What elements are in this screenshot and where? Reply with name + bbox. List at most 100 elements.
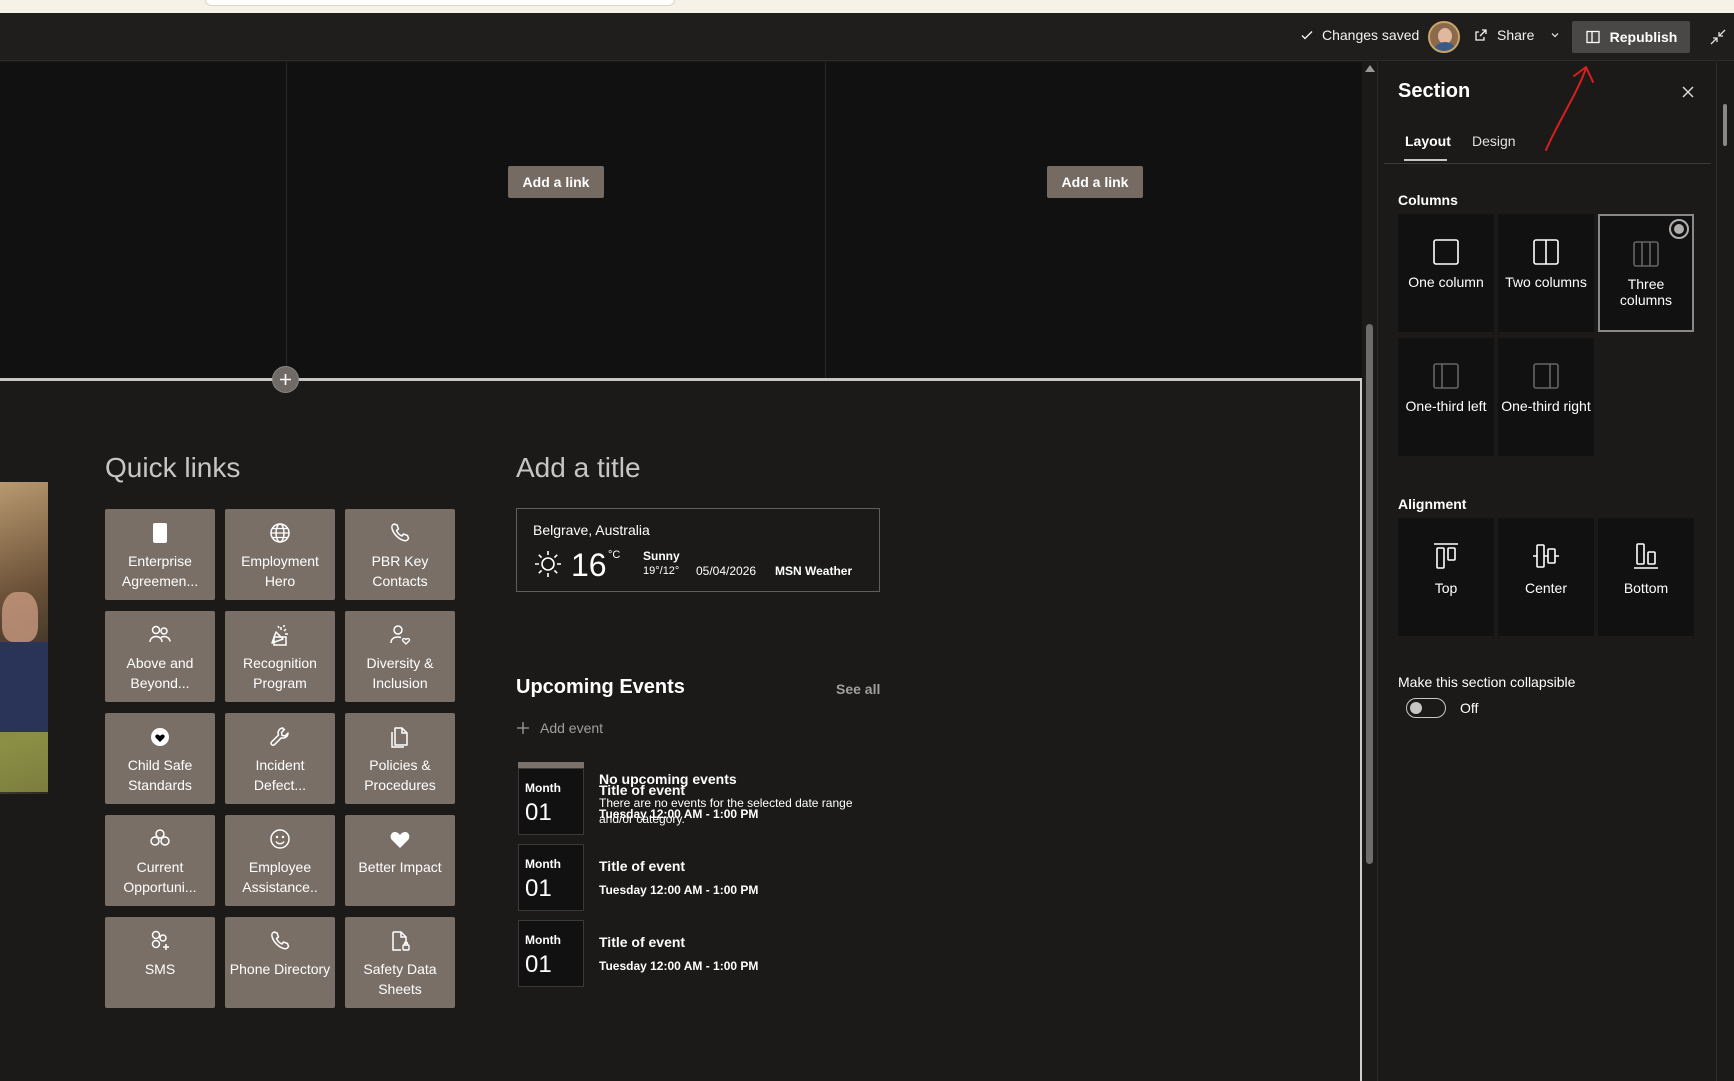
quick-link-label: Employment Hero (241, 553, 319, 589)
weather-temperature: 16 (571, 547, 607, 583)
option-three-columns[interactable]: Three columns (1598, 214, 1694, 332)
add-link-button[interactable]: Add a link (1047, 166, 1143, 198)
option-one-third-left[interactable]: One-third left (1398, 338, 1494, 456)
wrench-icon (270, 727, 289, 746)
event-item[interactable]: Month 01 Title of event Tuesday 12:00 AM - … (518, 768, 918, 835)
event-item[interactable]: Month 01 Title of event Tuesday 12:00 AM - … (518, 920, 918, 987)
collapsible-state: Off (1460, 700, 1479, 716)
quick-link-tile[interactable]: Safety Data Sheets (345, 917, 455, 1008)
selected-radio-icon (1669, 219, 1689, 239)
document-icon (153, 523, 167, 543)
red-annotation-arrow (1545, 66, 1594, 151)
quick-link-label: Enterprise Agreemen... (121, 553, 199, 589)
events-title: Upcoming Events (516, 676, 685, 698)
quick-link-tile[interactable]: Employee Assistance.. (225, 815, 335, 906)
one-third-right-icon (1533, 363, 1559, 389)
alignment-top[interactable]: Top (1398, 518, 1494, 636)
option-label: One column (1408, 274, 1484, 290)
quick-link-label: Above and Beyond... (126, 655, 194, 691)
globe-icon (270, 523, 290, 543)
weather-card[interactable]: Belgrave, Australia 16 °C Sunny 19°/12° … (516, 508, 880, 592)
badge-heart-icon (151, 728, 169, 746)
option-one-third-right[interactable]: One-third right (1498, 338, 1594, 456)
share-label: Share (1497, 27, 1535, 43)
quick-links-title: Quick links (105, 452, 241, 483)
user-avatar[interactable] (1428, 21, 1460, 53)
event-day: 01 (525, 951, 552, 978)
republish-button[interactable]: Republish (1572, 21, 1690, 53)
event-month: Month (525, 781, 561, 795)
add-event-button[interactable]: Add event (516, 720, 603, 736)
event-month: Month (525, 857, 561, 871)
quick-link-label: Child Safe Standards (127, 757, 193, 793)
option-label: Three columns (1619, 276, 1673, 308)
weather-location: Belgrave, Australia (533, 522, 650, 538)
align-bottom-icon (1634, 543, 1658, 569)
close-icon[interactable] (1681, 85, 1695, 99)
section-properties-panel: Section Layout Design Columns One column… (1377, 62, 1716, 1081)
quick-link-label: Safety Data Sheets (363, 961, 437, 997)
quick-link-label: Incident Defect... (253, 757, 307, 793)
tab-design[interactable]: Design (1472, 133, 1516, 149)
columns-label: Columns (1398, 192, 1458, 208)
option-two-columns[interactable]: Two columns (1498, 214, 1594, 332)
quick-links-grid: Enterprise Agreemen... Employment Hero PBR… (105, 509, 455, 1008)
three-columns-icon (1633, 241, 1659, 267)
quick-link-tile[interactable]: PBR Key Contacts (345, 509, 455, 600)
quick-link-tile[interactable]: Child Safe Standards (105, 713, 215, 804)
scrollbar-thumb[interactable] (1366, 324, 1373, 864)
event-title: Title of event (599, 858, 686, 874)
person-heart-icon (390, 625, 411, 645)
hero-image (0, 482, 48, 794)
address-bar[interactable] (205, 0, 675, 6)
weather-unit: °C (608, 549, 621, 561)
quick-link-tile[interactable]: Enterprise Agreemen... (105, 509, 215, 600)
tab-layout[interactable]: Layout (1405, 133, 1451, 149)
smiley-icon (270, 829, 290, 849)
share-button[interactable]: Share (1473, 27, 1560, 43)
event-day: 01 (525, 875, 552, 902)
collapse-icon[interactable] (1709, 28, 1727, 46)
one-third-left-icon (1433, 363, 1459, 389)
collapsible-toggle[interactable] (1406, 698, 1446, 718)
rail-scroll-thumb[interactable] (1723, 104, 1727, 146)
quick-link-tile[interactable]: Policies & Procedures (345, 713, 455, 804)
event-date-box: Month 01 (518, 920, 584, 987)
chevron-down-icon[interactable] (1550, 30, 1560, 40)
add-section-button[interactable] (272, 366, 299, 393)
weather-range: 19°/12° (643, 565, 680, 577)
checkmark-icon (1301, 31, 1313, 40)
see-all-link[interactable]: See all (836, 681, 880, 697)
alignment-label-text: Bottom (1623, 580, 1669, 596)
align-center-icon (1533, 544, 1559, 568)
event-time: Tuesday 12:00 AM - 1:00 PM (599, 883, 759, 897)
one-column-icon (1433, 239, 1459, 265)
canvas-scrollbar[interactable] (1362, 62, 1377, 1081)
weather-source[interactable]: MSN Weather (775, 564, 852, 578)
quick-link-tile[interactable]: Recognition Program (225, 611, 335, 702)
quick-link-tile[interactable]: Employment Hero (225, 509, 335, 600)
option-one-column[interactable]: One column (1398, 214, 1494, 332)
quick-link-tile[interactable]: Phone Directory (225, 917, 335, 1008)
quick-link-tile[interactable]: Better Impact (345, 815, 455, 906)
share-icon (1475, 29, 1487, 41)
quick-link-tile[interactable]: Diversity & Inclusion (345, 611, 455, 702)
quick-link-tile[interactable]: Above and Beyond... (105, 611, 215, 702)
tabs-divider (1384, 163, 1711, 164)
heart-icon (390, 832, 410, 848)
quick-link-tile[interactable]: SMS (105, 917, 215, 1008)
quick-link-tile[interactable]: Incident Defect... (225, 713, 335, 804)
command-bar: Changes saved Share Republish (0, 13, 1734, 61)
quick-link-tile[interactable]: Current Opportuni... (105, 815, 215, 906)
event-item[interactable]: Month 01 Title of event Tuesday 12:00 AM - … (518, 844, 918, 911)
quick-link-label: PBR Key Contacts (371, 553, 429, 589)
add-link-button[interactable]: Add a link (508, 166, 604, 198)
active-tab-indicator (1404, 159, 1447, 161)
weather-condition: Sunny (643, 549, 680, 563)
two-columns-icon (1533, 239, 1559, 265)
alignment-center[interactable]: Center (1498, 518, 1594, 636)
alignment-bottom[interactable]: Bottom (1598, 518, 1694, 636)
three-column-section[interactable]: Add a link Add a link (0, 62, 1362, 380)
alignment-label-text: Top (1434, 580, 1458, 596)
weather-section-title[interactable]: Add a title (516, 452, 641, 484)
